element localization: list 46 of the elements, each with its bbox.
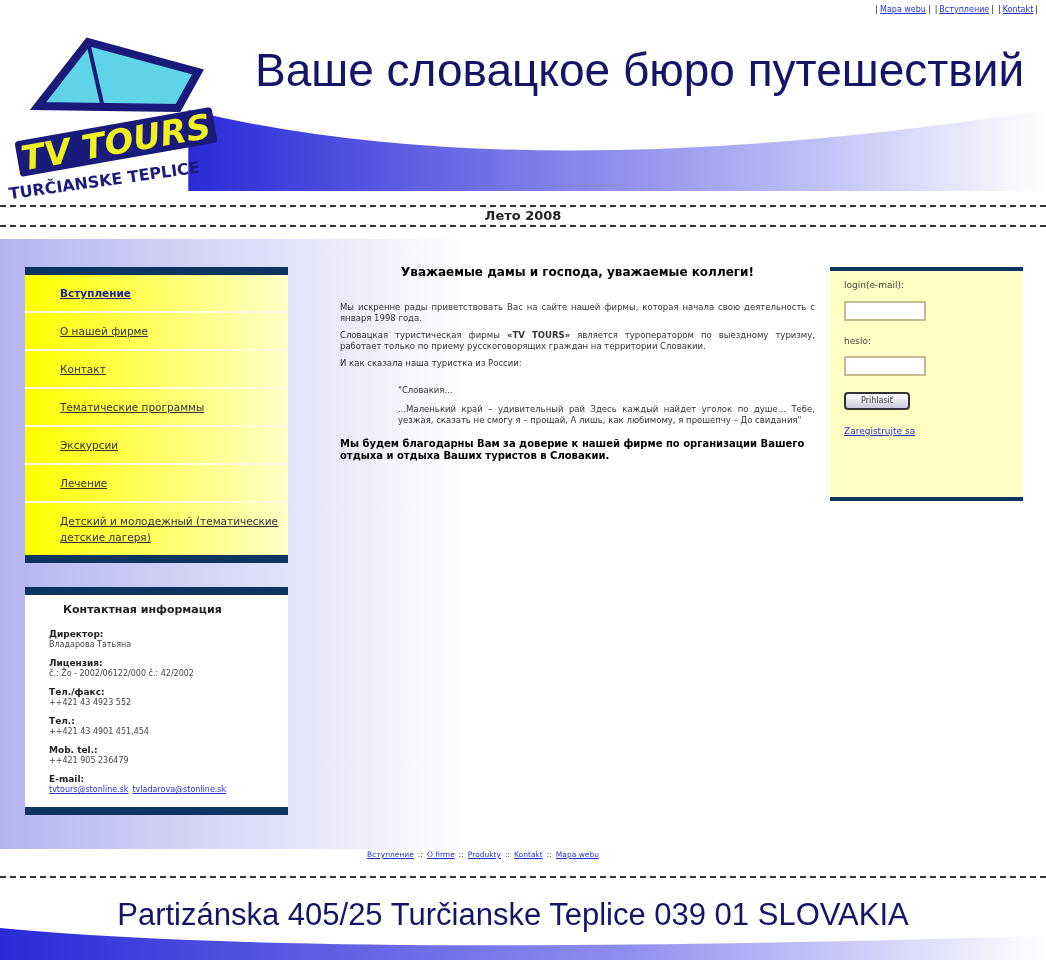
contact-label: Директор: (49, 629, 105, 640)
field-label: login(e-mail): (844, 279, 905, 292)
contact-value: Владарова Татьяна (49, 640, 133, 650)
menu-link[interactable]: Тематические программы (60, 399, 284, 415)
contact-value: ++421 905 236479 (49, 756, 130, 766)
top-link[interactable]: Kontakt (1002, 4, 1034, 16)
separator: | (934, 4, 938, 16)
contact-value: ++421 43 4901 451,454 (49, 727, 150, 737)
contact-value: č.: Žo - 2002/06122/000 č.: 42/2002 (49, 669, 195, 679)
login-button[interactable]: Prihlasiť (844, 392, 910, 410)
contact-label: Тел.: (49, 716, 76, 727)
menu-link[interactable]: Детский и молодежный (тематические детские лагеря) (60, 513, 284, 545)
separator: | (991, 4, 994, 16)
contact-value: ++421 43 4923 552 (49, 698, 133, 708)
email-link[interactable]: tvladarova@stonline.sk (132, 785, 227, 795)
top-link[interactable]: Mapa webu (880, 4, 926, 16)
contact-label: Mob. tel.: (49, 745, 99, 756)
menu-link[interactable]: О нашей фирме (60, 323, 284, 339)
menu-link[interactable]: Экскурсии (60, 437, 284, 453)
paragraph: Мы искренне рады приветствовать Вас на сайте нашей фирмы, которая начала свою деятельность с января 1998 года. (340, 302, 815, 324)
welcome-heading: Уважаемые дамы и господа, уважаемые коллеги! (400, 267, 755, 278)
separator: | (1035, 4, 1038, 16)
separator: | (875, 4, 878, 16)
email-link[interactable]: tvtours@stonline.sk (49, 785, 129, 795)
menu-link[interactable]: Контакт (60, 361, 284, 377)
quote-text: "Словакия... (398, 385, 454, 396)
separator: | (997, 4, 1001, 16)
season-label: Лето 2008 (483, 207, 563, 225)
paragraph: И как сказала наша туристка из России: (340, 358, 523, 369)
site-title: Ваше словацкое бюро путешествий (255, 43, 1025, 98)
register-link[interactable]: Zaregistrujte sa (844, 425, 916, 439)
closing-text: Мы будем благодарны Вам за доверие к нашей фирме по организации Вашего отдыха и отдыха Ваших туристов в Словакии. (340, 438, 806, 462)
quote-text: ...Маленький край – удивительный рай Здесь каждый найдет уголок по душе... Тебе, уезжая, сказать не смогу я – прощай, А лишь, как любимому, я прошепчу – До свидания" (398, 404, 815, 426)
contact-title: Контактная информация (62, 603, 223, 617)
contact-label: Тел./факс: (49, 687, 106, 698)
contact-label: E-mail: (49, 774, 86, 785)
menu-link[interactable]: Вступление (60, 285, 284, 301)
password-field[interactable] (844, 356, 926, 376)
email-field[interactable] (844, 300, 926, 321)
menu-link[interactable]: Лечение (60, 475, 284, 491)
field-label: heslo: (844, 334, 871, 348)
address: Partizánska 405/25 Turčianske Teplice 039 01 SLOVAKIA (116, 896, 910, 935)
paragraph: Словацкая туристическая фирмы «TV TOURS» является туроператором по выездному туризму, работает только по приему русскоговорящих граждан на территории Словакии. (340, 330, 815, 352)
top-link[interactable]: Вступление (939, 4, 990, 16)
separator: | (927, 4, 931, 16)
contact-label: Лицензия: (49, 658, 104, 669)
